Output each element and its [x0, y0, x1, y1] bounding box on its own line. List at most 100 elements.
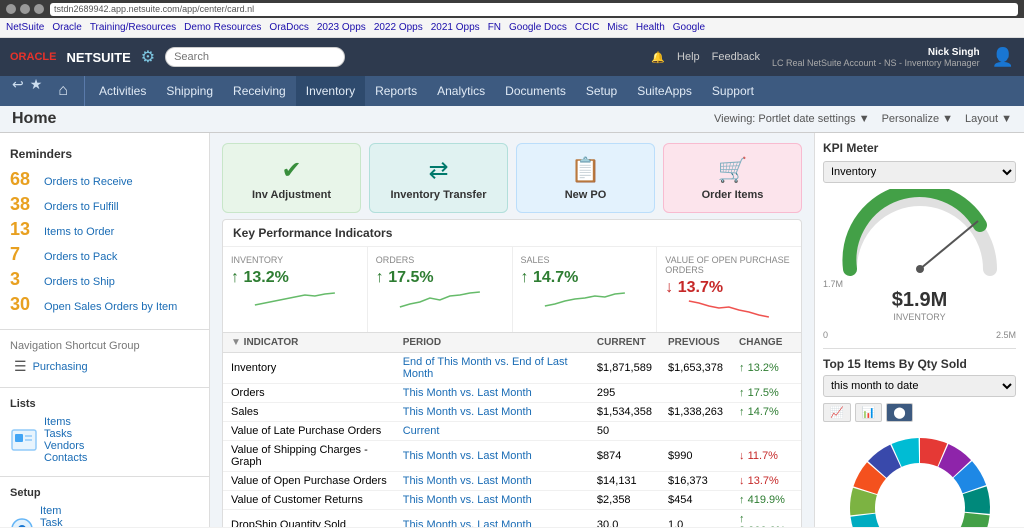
bookmark-health[interactable]: Health: [636, 22, 665, 33]
setup-icon: [10, 517, 34, 527]
kpi-current-4: $874: [589, 441, 660, 472]
list-link-tasks[interactable]: Tasks: [44, 428, 87, 440]
reminder-label-4[interactable]: Orders to Pack: [44, 251, 117, 263]
search-input[interactable]: [165, 47, 345, 67]
nav-support[interactable]: Support: [702, 76, 764, 106]
kpi-previous-6: $454: [660, 491, 731, 510]
personalize-label[interactable]: Personalize ▼: [882, 113, 953, 125]
kpi-period-6[interactable]: This Month vs. Last Month: [395, 491, 589, 510]
bookmark-oracle[interactable]: Oracle: [52, 22, 81, 33]
list-link-contacts[interactable]: Contacts: [44, 452, 87, 464]
kpi-period-0[interactable]: End of This Month vs. End of Last Month: [395, 353, 589, 384]
list-link-vendors[interactable]: Vendors: [44, 440, 87, 452]
gauge-container: [840, 189, 1000, 279]
reminder-label-1[interactable]: Orders to Receive: [44, 176, 133, 188]
list-icon: [10, 426, 38, 454]
kpi-period-7[interactable]: This Month vs. Last Month: [395, 510, 589, 528]
reminder-orders-pack: 7 Orders to Pack: [10, 242, 199, 267]
quick-link-order-items[interactable]: 🛒 Order Items: [663, 143, 802, 213]
reminder-num-6: 30: [10, 294, 38, 315]
sparkline-inventory: [231, 287, 359, 311]
bar-chart-btn[interactable]: 📊: [855, 403, 883, 422]
bookmark-netsuite[interactable]: NetSuite: [6, 22, 44, 33]
donut-chart-btn[interactable]: ⬤: [886, 403, 912, 422]
donut-slice-4: [959, 513, 989, 527]
inv-adjustment-icon: ✔: [281, 156, 301, 185]
kpi-meter-select[interactable]: Inventory: [823, 161, 1016, 183]
reminder-label-6[interactable]: Open Sales Orders by Item: [44, 301, 177, 313]
nav-documents[interactable]: Documents: [495, 76, 576, 106]
bookmark-misc[interactable]: Misc: [607, 22, 628, 33]
quick-link-inventory-transfer[interactable]: ⇄ Inventory Transfer: [369, 143, 508, 213]
notification-icon[interactable]: 🔔: [651, 51, 665, 64]
bookmark-oradocs[interactable]: OraDocs: [269, 22, 308, 33]
kpi-period-4[interactable]: This Month vs. Last Month: [395, 441, 589, 472]
quick-link-new-po[interactable]: 📋 New PO: [516, 143, 655, 213]
kpi-current-0: $1,871,589: [589, 353, 660, 384]
user-info: Nick Singh LC Real NetSuite Account - NS…: [772, 47, 980, 68]
setup-link-task[interactable]: Task: [40, 517, 78, 527]
nav-analytics[interactable]: Analytics: [427, 76, 495, 106]
nav-setup[interactable]: Setup: [576, 76, 627, 106]
star-icon[interactable]: ★: [30, 76, 43, 106]
setup-title: Setup: [10, 487, 199, 499]
kpi-period-1[interactable]: This Month vs. Last Month: [395, 384, 589, 403]
nav-suiteapps[interactable]: SuiteApps: [627, 76, 702, 106]
reminder-label-3[interactable]: Items to Order: [44, 226, 114, 238]
nav-receiving[interactable]: Receiving: [223, 76, 296, 106]
browser-max[interactable]: [34, 4, 44, 14]
nav-shipping[interactable]: Shipping: [156, 76, 223, 106]
line-chart-btn[interactable]: 📈: [823, 403, 851, 422]
history-icon[interactable]: ↩: [12, 76, 24, 106]
kpi-previous-2: $1,338,263: [660, 403, 731, 422]
home-icon[interactable]: ⌂: [48, 76, 78, 106]
feedback-label[interactable]: Feedback: [712, 51, 760, 63]
bookmark-demo[interactable]: Demo Resources: [184, 22, 261, 33]
bookmark-fn[interactable]: FN: [488, 22, 501, 33]
top-items-select[interactable]: this month to date: [823, 375, 1016, 397]
kpi-period-3[interactable]: Current: [395, 422, 589, 441]
layout-label[interactable]: Layout ▼: [965, 113, 1012, 125]
bookmark-training[interactable]: Training/Resources: [90, 22, 176, 33]
kpi-card-sales-label: SALES: [521, 255, 649, 265]
nav-activities[interactable]: Activities: [89, 76, 156, 106]
bookmark-2023[interactable]: 2023 Opps: [317, 22, 366, 33]
browser-close[interactable]: [6, 4, 16, 14]
nav-reports[interactable]: Reports: [365, 76, 427, 106]
bookmark-2021[interactable]: 2021 Opps: [431, 22, 480, 33]
quick-link-new-po-label: New PO: [565, 189, 607, 201]
bookmark-ccic[interactable]: CCIC: [575, 22, 599, 33]
header-search-container: [165, 47, 345, 67]
bookmark-2022[interactable]: 2022 Opps: [374, 22, 423, 33]
kpi-change-0: ↑ 13.2%: [731, 353, 801, 384]
reminder-num-2: 38: [10, 194, 38, 215]
reminder-label-2[interactable]: Orders to Fulfill: [44, 201, 119, 213]
kpi-indicator-6: Value of Customer Returns: [223, 491, 395, 510]
toggle-icon[interactable]: ▼: [231, 337, 241, 348]
bookmark-google[interactable]: Google: [673, 22, 705, 33]
setup-link-item[interactable]: Item: [40, 505, 78, 517]
quick-link-inv-adjustment[interactable]: ✔ Inv Adjustment: [222, 143, 361, 213]
kpi-previous-1: [660, 384, 731, 403]
kpi-change-5: ↓ 13.7%: [731, 472, 801, 491]
list-link-items[interactable]: Items: [44, 416, 87, 428]
help-label[interactable]: Help: [677, 51, 700, 63]
user-role: LC Real NetSuite Account - NS - Inventor…: [772, 58, 980, 68]
nav-bar: ↩ ★ ⌂ Activities Shipping Receiving Inve…: [0, 76, 1024, 106]
kpi-card-inventory-label: INVENTORY: [231, 255, 359, 265]
sparkline-orders: [376, 287, 504, 311]
kpi-period-2[interactable]: This Month vs. Last Month: [395, 403, 589, 422]
kpi-previous-4: $990: [660, 441, 731, 472]
bookmark-google-docs[interactable]: Google Docs: [509, 22, 567, 33]
kpi-period-5[interactable]: This Month vs. Last Month: [395, 472, 589, 491]
browser-min[interactable]: [20, 4, 30, 14]
nav-inventory[interactable]: Inventory: [296, 76, 365, 106]
shortcut-purchasing[interactable]: ☰ Purchasing: [10, 356, 199, 377]
viewing-label[interactable]: Viewing: Portlet date settings ▼: [714, 113, 870, 125]
reminder-label-5[interactable]: Orders to Ship: [44, 276, 115, 288]
kpi-change-3: [731, 422, 801, 441]
url-bar[interactable]: tstdn2689942.app.netsuite.com/app/center…: [50, 3, 1018, 16]
kpi-indicator-2: Sales: [223, 403, 395, 422]
user-avatar-icon[interactable]: 👤: [992, 47, 1014, 68]
kpi-card-orders-label: ORDERS: [376, 255, 504, 265]
